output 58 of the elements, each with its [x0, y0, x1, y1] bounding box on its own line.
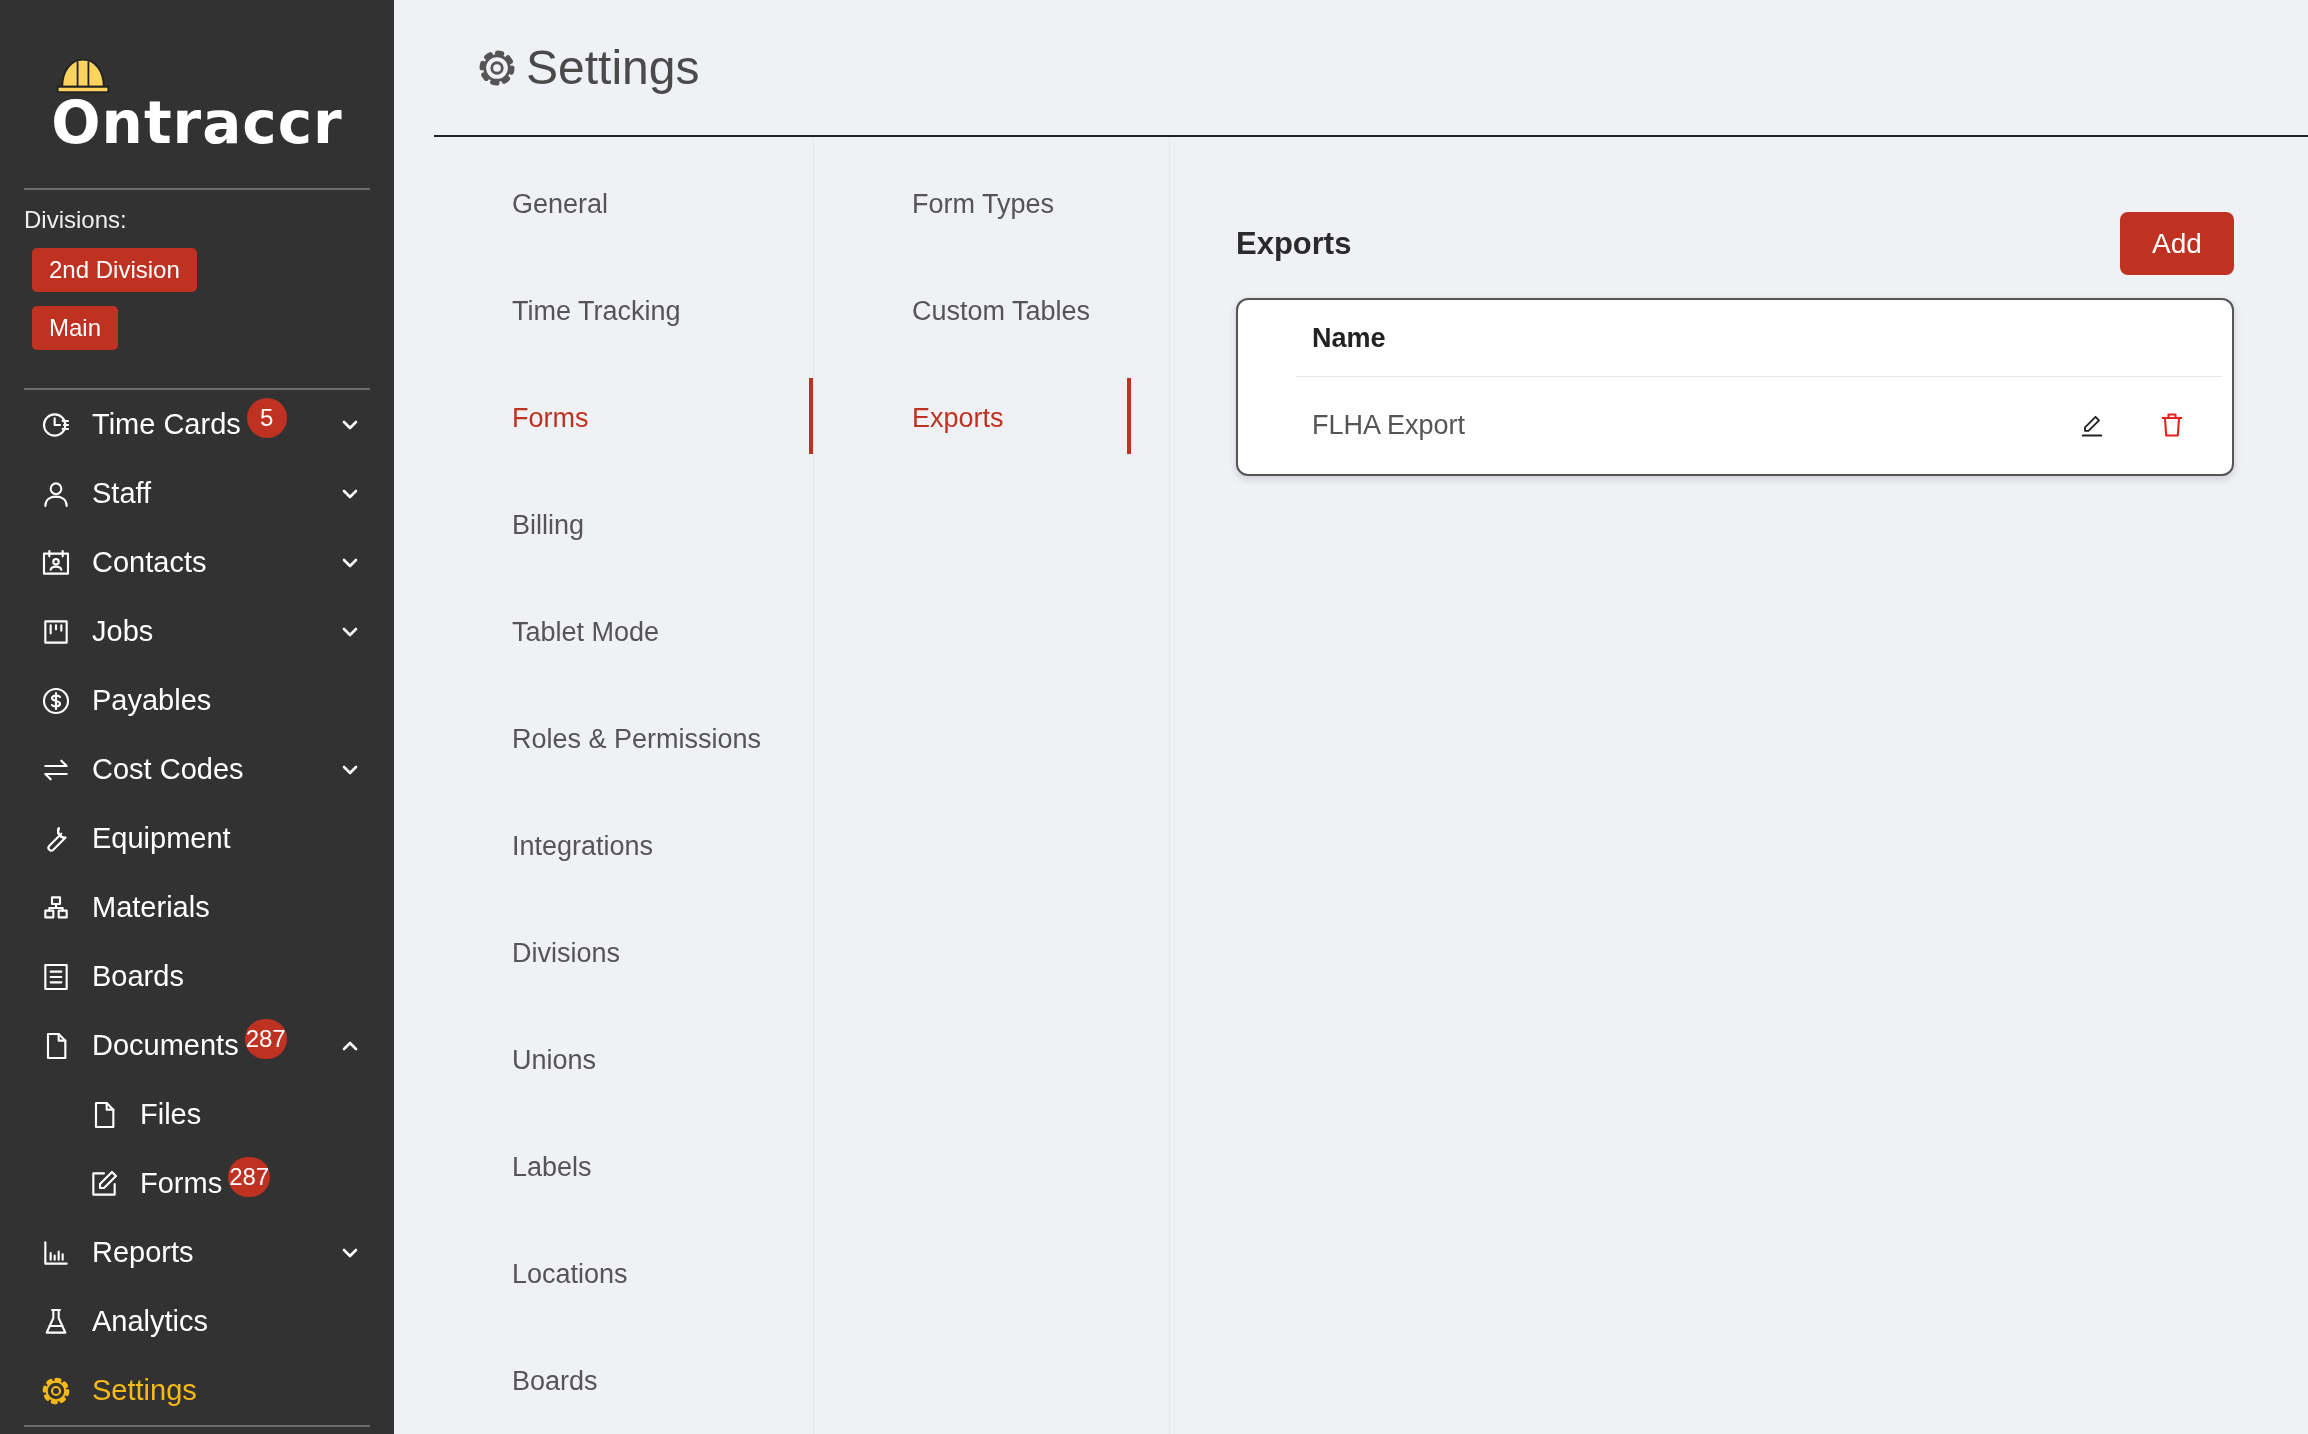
nav-label: Time Cards: [92, 408, 241, 441]
divisions-label: Divisions:: [24, 206, 127, 234]
division-tag[interactable]: Main: [32, 306, 119, 350]
nav-label: Analytics: [92, 1305, 209, 1338]
settings-menu-item[interactable]: General: [512, 189, 609, 220]
nav-item[interactable]: Cost Codes: [0, 735, 394, 804]
column-header: Name: [1312, 322, 1386, 354]
nav-item[interactable]: Boards: [0, 942, 394, 1011]
settings-menu-item[interactable]: Unions: [512, 1045, 597, 1076]
logo-wordmark: Ontraccr: [51, 94, 343, 152]
hard-hat-icon: [55, 56, 112, 94]
nav-item[interactable]: Forms 287: [0, 1149, 394, 1218]
settings-menu-item[interactable]: Roles & Permissions: [512, 724, 762, 755]
nav-label: Forms: [140, 1167, 223, 1200]
settings-menu-item[interactable]: Forms: [512, 403, 589, 434]
division-tag[interactable]: 2nd Division: [32, 248, 197, 292]
nav-label: Settings: [92, 1374, 197, 1407]
settings-menu-item[interactable]: Custom Tables: [912, 296, 1091, 327]
count-badge: 5: [246, 397, 287, 438]
nav-label: Jobs: [92, 615, 154, 648]
count-badge: 287: [244, 1018, 287, 1059]
nav-label: Cost Codes: [92, 753, 244, 786]
nav-label: Boards: [92, 960, 184, 993]
nav-item[interactable]: Contacts: [0, 528, 394, 597]
nav-item[interactable]: Analytics: [0, 1287, 394, 1356]
section-title: Exports: [1236, 225, 1352, 262]
nav-item[interactable]: Documents 287: [0, 1011, 394, 1080]
settings-menu-item[interactable]: Integrations: [512, 831, 654, 862]
nav-item[interactable]: Time Cards 5: [0, 390, 394, 459]
nav-label: Files: [140, 1098, 202, 1131]
settings-menu-item[interactable]: Form Types: [912, 189, 1055, 220]
settings-menu-item[interactable]: Time Tracking: [512, 296, 681, 327]
nav-item[interactable]: Settings: [0, 1356, 394, 1425]
nav-label: Payables: [92, 684, 212, 717]
settings-menu-item[interactable]: Billing: [512, 510, 585, 541]
nav-label: Contacts: [92, 546, 207, 579]
nav-item[interactable]: Files: [0, 1080, 394, 1149]
count-badge: 287: [228, 1156, 271, 1197]
nav-label: Documents: [92, 1029, 239, 1062]
nav-label: Materials: [92, 891, 210, 924]
nav-item[interactable]: Equipment: [0, 804, 394, 873]
nav-item[interactable]: Staff: [0, 459, 394, 528]
nav-label: Equipment: [92, 822, 231, 855]
add-button[interactable]: Add: [2120, 212, 2234, 275]
settings-menu-item[interactable]: Divisions: [512, 938, 621, 969]
nav-item[interactable]: Jobs: [0, 597, 394, 666]
nav-item[interactable]: Materials: [0, 873, 394, 942]
nav-item[interactable]: Reports: [0, 1218, 394, 1287]
page-title: Settings: [526, 40, 700, 95]
nav-label: Reports: [92, 1236, 194, 1269]
settings-menu-item[interactable]: Exports: [912, 403, 1004, 434]
table-cell-text: FLHA Export: [1312, 409, 1467, 441]
settings-menu-item[interactable]: Locations: [512, 1259, 628, 1290]
nav-label: Staff: [92, 477, 152, 510]
nav-item[interactable]: Payables: [0, 666, 394, 735]
settings-menu-item[interactable]: Boards: [512, 1366, 598, 1397]
settings-menu-item[interactable]: Labels: [512, 1152, 592, 1183]
settings-menu-item[interactable]: Tablet Mode: [512, 617, 660, 648]
